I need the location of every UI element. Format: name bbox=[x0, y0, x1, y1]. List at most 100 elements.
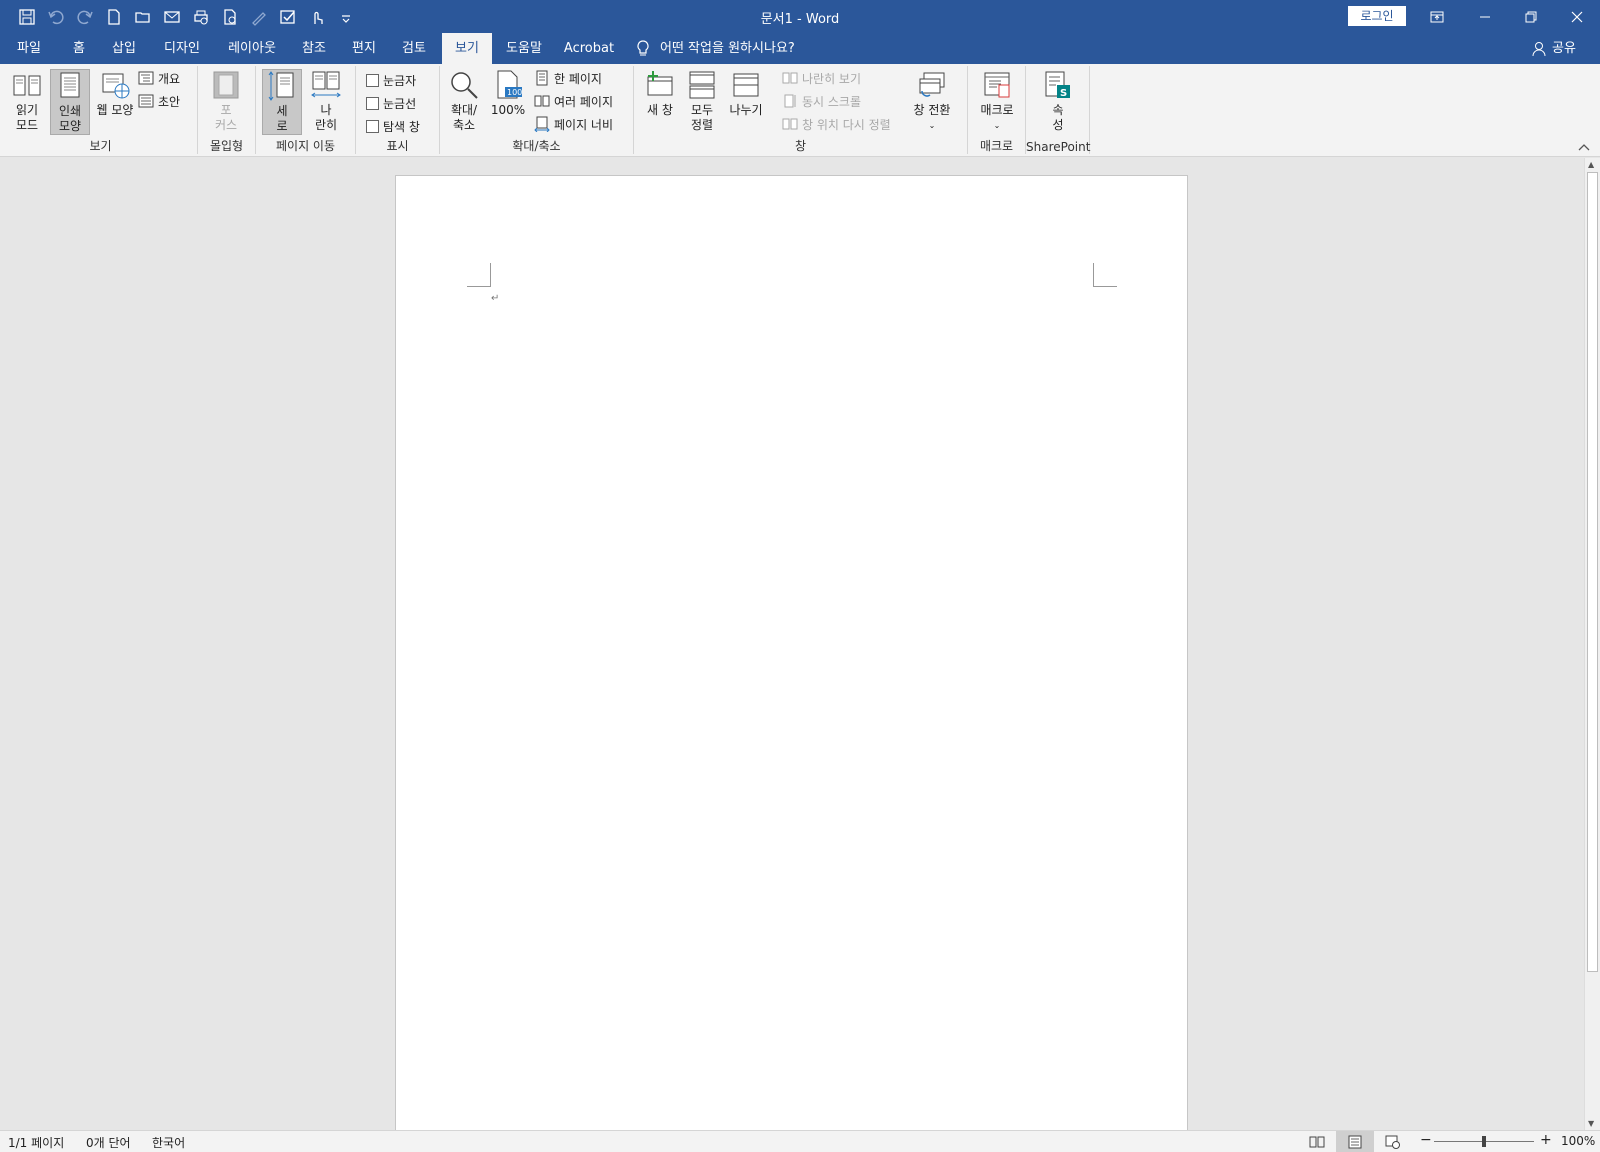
minimize-icon[interactable] bbox=[1462, 0, 1508, 33]
vertical-label-2: 로 bbox=[276, 119, 288, 133]
group-label-zoom: 확대/축소 bbox=[512, 139, 561, 153]
web-layout-label: 웹 모양 bbox=[96, 103, 134, 117]
scroll-up-icon[interactable]: ▲ bbox=[1588, 160, 1594, 169]
ruler-check-box[interactable] bbox=[366, 73, 379, 87]
read-mode-button[interactable]: 읽기 모드 bbox=[10, 69, 44, 133]
chevron-down-icon: ⌄ bbox=[993, 121, 1001, 130]
print-layout-view-icon[interactable] bbox=[1336, 1131, 1374, 1152]
tab-insert[interactable]: 삽입 bbox=[106, 33, 142, 64]
tell-me-search[interactable]: 어떤 작업을 원하시나요? bbox=[636, 33, 795, 64]
ribbon-tabs: 파일 홈 삽입 디자인 레이아웃 참조 편지 검토 보기 도움말 Acrobat… bbox=[0, 33, 1600, 64]
tab-file[interactable]: 파일 bbox=[6, 33, 52, 64]
draft-button[interactable]: 초안 bbox=[138, 91, 180, 111]
zoom-slider-thumb[interactable] bbox=[1482, 1136, 1486, 1147]
svg-text:S: S bbox=[1060, 88, 1067, 99]
book-icon bbox=[13, 75, 41, 96]
share-button[interactable]: 공유 bbox=[1532, 33, 1576, 64]
zoom-button[interactable]: 확대/ 축소 bbox=[444, 69, 484, 133]
tab-design[interactable]: 디자인 bbox=[156, 33, 208, 64]
tab-references[interactable]: 참조 bbox=[296, 33, 332, 64]
nav-pane-check-box[interactable] bbox=[366, 119, 379, 133]
page-width-icon bbox=[534, 116, 550, 132]
switch-windows-icon bbox=[919, 72, 945, 97]
tab-mailings[interactable]: 편지 bbox=[346, 33, 382, 64]
zoom-out-icon[interactable]: − bbox=[1420, 1132, 1432, 1148]
scroll-down-icon[interactable]: ▼ bbox=[1588, 1119, 1594, 1128]
read-mode-view-icon[interactable] bbox=[1298, 1131, 1336, 1152]
group-label-sharepoint: SharePoint bbox=[1026, 140, 1091, 154]
draft-label: 초안 bbox=[158, 94, 181, 109]
nav-pane-label: 탐색 창 bbox=[383, 119, 420, 134]
document-page[interactable]: ↵ bbox=[395, 175, 1188, 1135]
sync-scroll-label: 동시 스크롤 bbox=[802, 94, 862, 109]
macros-button[interactable]: 매크로 ⌄ bbox=[976, 69, 1018, 133]
tab-view[interactable]: 보기 bbox=[442, 33, 492, 64]
nav-pane-checkbox[interactable]: 탐색 창 bbox=[366, 116, 420, 136]
collapse-ribbon-icon[interactable] bbox=[1578, 140, 1590, 154]
title-bar: 문서1 - Word 로그인 bbox=[0, 0, 1600, 33]
globe-page-icon bbox=[102, 73, 130, 99]
tab-acrobat[interactable]: Acrobat bbox=[562, 33, 616, 64]
print-layout-button[interactable]: 인쇄 모양 bbox=[50, 69, 90, 135]
outline-icon bbox=[138, 71, 154, 85]
tab-review[interactable]: 검토 bbox=[396, 33, 432, 64]
new-window-label: 새 창 bbox=[647, 103, 673, 117]
zoom-in-icon[interactable]: + bbox=[1540, 1132, 1552, 1148]
outline-button[interactable]: 개요 bbox=[138, 68, 180, 88]
group-macros: 매크로 ⌄ 매크로 bbox=[968, 66, 1026, 154]
language-indicator[interactable]: 한국어 bbox=[152, 1134, 185, 1151]
ribbon-display-options-icon[interactable] bbox=[1414, 0, 1460, 33]
lightbulb-icon bbox=[637, 39, 649, 55]
page-width-button[interactable]: 페이지 너비 bbox=[534, 114, 613, 134]
group-label-immersive: 몰입형 bbox=[209, 139, 244, 153]
web-layout-button[interactable]: 웹 모양 bbox=[92, 69, 138, 118]
properties-button[interactable]: S 속 성 bbox=[1040, 69, 1076, 133]
sync-scroll-icon bbox=[784, 94, 796, 108]
focus-icon bbox=[213, 71, 239, 99]
restore-icon[interactable] bbox=[1508, 0, 1554, 33]
print-layout-label-1: 인쇄 bbox=[58, 104, 82, 118]
arrange-label-2: 정렬 bbox=[690, 118, 714, 132]
arrange-label-1: 모두 bbox=[690, 103, 714, 117]
split-button[interactable]: 나누기 bbox=[726, 69, 766, 118]
word-count[interactable]: 0개 단어 bbox=[86, 1134, 131, 1151]
switch-windows-button[interactable]: 창 전환 ⌄ bbox=[908, 69, 956, 133]
scrollbar-thumb[interactable] bbox=[1587, 172, 1598, 972]
tab-help[interactable]: 도움말 bbox=[500, 33, 548, 64]
one-page-button[interactable]: 한 페이지 bbox=[534, 68, 602, 88]
side-by-side-icon bbox=[782, 72, 798, 84]
new-window-button[interactable]: 새 창 bbox=[642, 69, 678, 118]
group-immersive: 포 커스 몰입형 bbox=[198, 66, 256, 154]
zoom-100-button[interactable]: 100 100% bbox=[490, 69, 526, 118]
crop-mark-right bbox=[1093, 263, 1117, 287]
view-side-by-side-button[interactable]: 나란히 보기 bbox=[782, 68, 861, 88]
arrange-all-button[interactable]: 모두 정렬 bbox=[684, 69, 720, 133]
focus-label-1: 포 bbox=[220, 103, 232, 117]
properties-label-2: 성 bbox=[1052, 118, 1064, 132]
focus-label-2: 커스 bbox=[214, 118, 238, 132]
tab-layout[interactable]: 레이아웃 bbox=[220, 33, 284, 64]
close-icon[interactable] bbox=[1554, 0, 1600, 33]
status-bar: 1/1 페이지 0개 단어 한국어 − + 100% bbox=[0, 1130, 1600, 1152]
draft-icon bbox=[138, 94, 154, 108]
side-to-side-button[interactable]: 나 란히 bbox=[306, 69, 346, 133]
vertical-scrollbar[interactable]: ▲ ▼ bbox=[1584, 158, 1600, 1130]
synchronous-scrolling-button[interactable]: 동시 스크롤 bbox=[782, 91, 861, 111]
gridlines-checkbox[interactable]: 눈금선 bbox=[366, 93, 416, 113]
gridlines-check-box[interactable] bbox=[366, 96, 379, 110]
multiple-pages-icon bbox=[534, 95, 550, 107]
web-layout-view-icon[interactable] bbox=[1374, 1131, 1412, 1152]
zoom-level[interactable]: 100% bbox=[1561, 1134, 1595, 1148]
page-count[interactable]: 1/1 페이지 bbox=[8, 1134, 64, 1151]
multiple-pages-button[interactable]: 여러 페이지 bbox=[534, 91, 613, 111]
group-label-macros: 매크로 bbox=[979, 139, 1014, 153]
login-button[interactable]: 로그인 bbox=[1348, 6, 1406, 26]
read-mode-label-2: 모드 bbox=[15, 118, 39, 132]
tab-home[interactable]: 홈 bbox=[64, 33, 94, 64]
share-label: 공유 bbox=[1552, 41, 1576, 56]
reset-window-position-button[interactable]: 창 위치 다시 정렬 bbox=[782, 114, 891, 134]
vertical-label-1: 세 bbox=[276, 104, 288, 118]
ruler-checkbox[interactable]: 눈금자 bbox=[366, 70, 416, 90]
vertical-button[interactable]: 세 로 bbox=[262, 69, 302, 135]
focus-button[interactable]: 포 커스 bbox=[208, 69, 244, 133]
